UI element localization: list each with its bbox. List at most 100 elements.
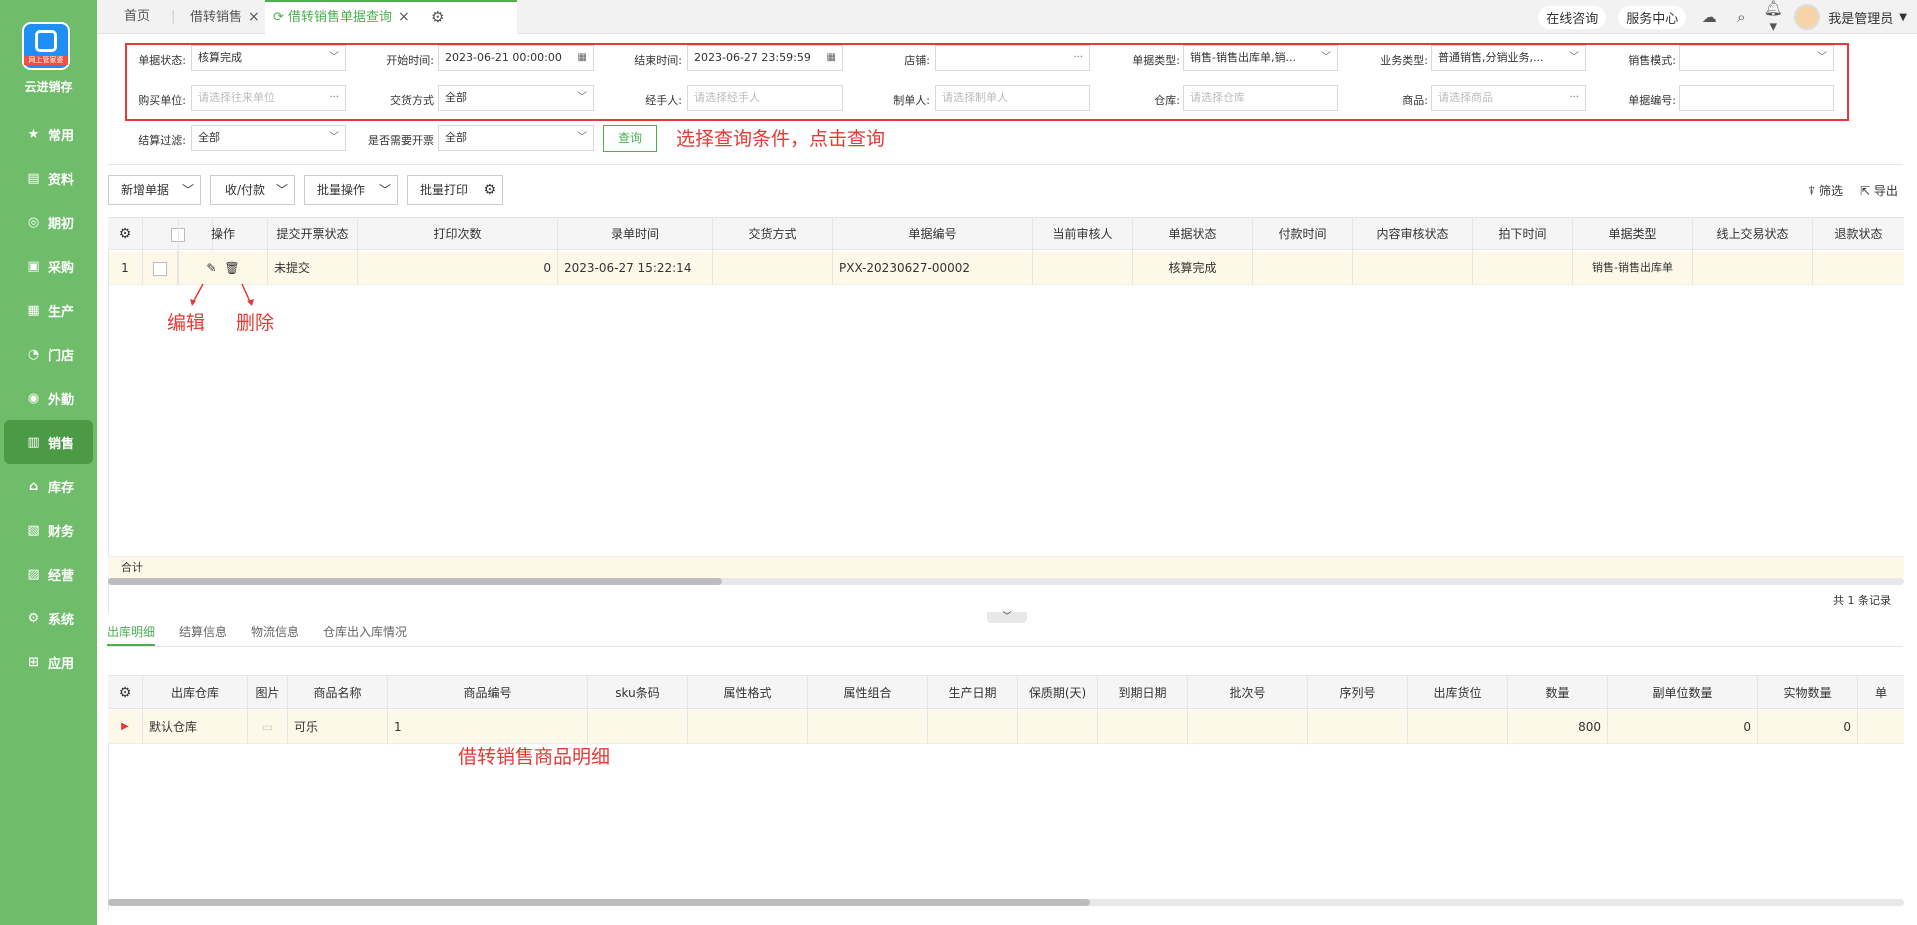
online-consult-button[interactable]: 在线咨询 — [1538, 5, 1607, 29]
invoice-select[interactable]: 全部 ﹀ — [438, 125, 594, 151]
chevron-down-icon: ﹀ — [577, 92, 587, 103]
biz-type-value: 普通销售,分销业务,... — [1438, 51, 1544, 64]
product-input[interactable]: 请选择商品 ··· — [1431, 85, 1586, 111]
search-icon[interactable]: ⌕ — [1730, 8, 1752, 26]
query-button[interactable]: 查询 — [603, 125, 657, 152]
maker-placeholder: 请选择制单人 — [942, 91, 1008, 104]
tab-outbound-detail[interactable]: 出库明细 — [107, 623, 156, 646]
sidebar-item-production[interactable]: ▦ 生产 — [4, 288, 93, 332]
checkbox[interactable] — [153, 261, 167, 276]
scroll-thumb[interactable] — [108, 899, 1090, 906]
biz-type-select[interactable]: 普通销售,分销业务,... ﹀ — [1431, 45, 1586, 71]
sidebar-item-sales[interactable]: ▥ 销售 — [4, 420, 93, 464]
sidebar-item-system[interactable]: ⚙ 系统 — [4, 596, 93, 640]
service-center-button[interactable]: 服务中心 — [1618, 5, 1687, 29]
product-name-cell: 可乐 — [288, 710, 388, 744]
type-cell: 销售-销售出库单 — [1573, 251, 1693, 285]
tab-home[interactable]: 首页 — [124, 0, 150, 34]
end-time-input[interactable]: 2023-06-27 23:59:59 ▦ — [687, 45, 843, 71]
detail-row[interactable]: ▶ 默认仓库 ▭ 可乐 1 800 0 0 — [108, 710, 1904, 744]
sales-mode-select[interactable]: ﹀ — [1679, 45, 1834, 71]
sidebar-item-inventory[interactable]: ⌂ 库存 — [4, 464, 93, 508]
avatar[interactable] — [1794, 4, 1821, 30]
edit-icon[interactable]: ✎ — [206, 261, 216, 275]
col-header: 单据类型 — [1573, 218, 1693, 251]
collapse-handle[interactable]: ﹀ — [987, 612, 1027, 623]
user-name[interactable]: 我是管理员 — [1828, 8, 1893, 27]
table-row[interactable]: 1 ✎ 🗑︎ 未提交 0 2023-06-27 15:22:14 PXX-2023… — [108, 251, 1904, 285]
new-doc-button[interactable]: 新增单据 ﹀ — [108, 175, 201, 205]
row-checkbox[interactable] — [143, 251, 178, 285]
gear-icon[interactable]: ⚙ — [483, 176, 496, 204]
warehouse-cell: 默认仓库 — [143, 710, 248, 744]
doc-type-select[interactable]: 销售-销售出库单,销... ﹀ — [1183, 45, 1338, 71]
sidebar-item-label: 销售 — [48, 436, 75, 452]
sidebar-item-finance[interactable]: ▧ 财务 — [4, 508, 93, 552]
col-header: 图片 — [248, 676, 288, 710]
sidebar-item-business[interactable]: ▨ 经营 — [4, 552, 93, 596]
doc-status-value: 核算完成 — [198, 51, 242, 64]
tab-settings-icon[interactable]: ⚙ — [431, 0, 444, 34]
warehouse-input[interactable]: 请选择仓库 — [1183, 85, 1338, 111]
gear-icon[interactable]: ⚙ — [108, 676, 143, 710]
scroll-thumb[interactable] — [108, 578, 722, 585]
sidebar-item-data[interactable]: ▤ 资料 — [4, 156, 93, 200]
docno-cell[interactable]: PXX-20230627-00002 — [833, 251, 1033, 285]
buyer-input[interactable]: 请选择往来单位 ··· — [191, 85, 346, 111]
sidebar-item-store[interactable]: ◔ 门店 — [4, 332, 93, 376]
gear-icon[interactable]: ⚙ — [108, 218, 143, 251]
app-logo[interactable]: 网上管家婆 — [22, 22, 70, 70]
cloud-download-icon[interactable]: ☁ — [1698, 8, 1720, 26]
handler-input[interactable]: 请选择经手人 — [687, 85, 843, 111]
row-pointer-icon: ▶ — [108, 710, 143, 744]
sidebar-item-opening[interactable]: ◎ 期初 — [4, 200, 93, 244]
col-header: 出库货位 — [1408, 676, 1508, 710]
invoice-label: 是否需要开票 — [368, 134, 434, 147]
sidebar-item-purchase[interactable]: ▣ 采购 — [4, 244, 93, 288]
image-icon[interactable]: ▭ — [248, 710, 288, 744]
settle-label: 结算过滤: — [138, 134, 186, 147]
chevron-down-icon[interactable]: ▼ — [1899, 12, 1907, 23]
house-icon: ⌂ — [28, 478, 39, 494]
settle-select[interactable]: 全部 ﹀ — [191, 125, 346, 151]
start-time-input[interactable]: 2023-06-21 00:00:00 ▦ — [438, 45, 594, 71]
tab-borrow-sale[interactable]: 借转销售 × — [190, 0, 260, 34]
tab-warehouse-io[interactable]: 仓库出入库情况 — [323, 623, 407, 640]
batch-print-button[interactable]: 批量打印 ⚙ — [407, 175, 503, 205]
sidebar-item-label: 采购 — [48, 260, 75, 276]
delivery-select[interactable]: 全部 ﹀ — [438, 85, 594, 111]
export-button[interactable]: ⇱ 导出 — [1860, 182, 1898, 199]
horizontal-scrollbar[interactable] — [108, 578, 1904, 585]
close-icon[interactable]: × — [398, 9, 410, 25]
tab-borrow-sale-query[interactable]: ⟳ 借转销售单据查询 × — [265, 0, 517, 34]
warehouse-placeholder: 请选择仓库 — [1190, 91, 1245, 104]
maker-input[interactable]: 请选择制单人 — [935, 85, 1090, 111]
bell-icon[interactable]: 🔔︎▾ — [1762, 0, 1784, 35]
close-icon[interactable]: × — [248, 9, 260, 25]
col-header: 付款时间 — [1253, 218, 1353, 251]
more-icon: ··· — [1073, 52, 1083, 63]
sidebar-item-common[interactable]: ★ 常用 — [4, 112, 93, 156]
detail-horizontal-scrollbar[interactable] — [108, 899, 1904, 906]
tab-settlement[interactable]: 结算信息 — [179, 623, 227, 640]
sidebar-item-apps[interactable]: ⊞ 应用 — [4, 640, 93, 684]
record-count: 共 1 条记录 — [1833, 594, 1891, 607]
col-header: 数量 — [1508, 676, 1608, 710]
filter-button[interactable]: ⍒ 筛选 — [1808, 182, 1843, 199]
trash-icon[interactable]: 🗑︎ — [224, 261, 239, 275]
tab-logistics[interactable]: 物流信息 — [251, 623, 299, 640]
detail-grid-border — [108, 744, 109, 910]
button-label: 批量打印 — [420, 183, 469, 197]
col-header: 批次号 — [1188, 676, 1308, 710]
sidebar-item-label: 库存 — [48, 480, 75, 496]
col-header: 单据编号 — [833, 218, 1033, 251]
docno-input[interactable] — [1679, 85, 1834, 111]
batch-op-button[interactable]: 批量操作 ﹀ — [304, 175, 398, 205]
shop-select[interactable]: ··· — [935, 45, 1090, 71]
doc-status-select[interactable]: 核算完成 ﹀ — [191, 45, 346, 71]
button-label: 筛选 — [1819, 184, 1844, 198]
receive-pay-button[interactable]: 收/付款 ﹀ — [210, 175, 295, 205]
bar-chart-icon: ▥ — [27, 434, 40, 450]
sidebar-item-field[interactable]: ◉ 外勤 — [4, 376, 93, 420]
location-cell — [1408, 710, 1508, 744]
